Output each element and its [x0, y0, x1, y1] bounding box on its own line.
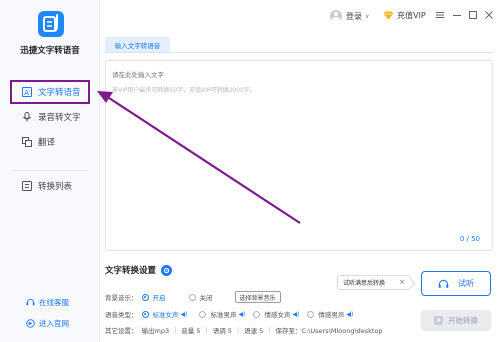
sidebar-item-text-to-speech[interactable]: A 文字转语音	[0, 81, 100, 103]
separator: |	[268, 326, 271, 334]
bgm-on-radio[interactable]	[141, 293, 149, 301]
sidebar-item-label: 翻译	[38, 138, 56, 148]
bgm-label: 背景音乐：	[105, 294, 138, 302]
website-icon	[26, 319, 35, 328]
text-input-area[interactable]: 请在此处输入文字 非VIP用户最多可转换50字，充值VIP可转换2000字。 0…	[105, 60, 493, 251]
editor-placeholder: 请在此处输入文字	[112, 71, 164, 79]
listen-label: 试听	[458, 279, 474, 288]
play-icon	[434, 316, 443, 325]
vip-recharge-button[interactable]: 充值VIP	[383, 10, 426, 21]
format-setting[interactable]: 输出mp3	[142, 325, 170, 335]
minimize-icon[interactable]	[451, 9, 463, 21]
voice-option-label: 情感女声	[264, 311, 291, 319]
close-icon[interactable]	[483, 9, 495, 21]
separator: |	[205, 326, 208, 334]
settings-title-text: 文字转换设置	[105, 266, 157, 276]
speaker-icon[interactable]: ◀)	[292, 311, 299, 318]
customer-service-icon	[26, 298, 35, 307]
char-counter: 0 / 50	[459, 235, 480, 243]
bgm-row: 背景音乐： 开启 关闭 选择背景音乐	[105, 291, 281, 303]
sidebar-item-label: 文字转语音	[38, 88, 81, 98]
other-settings-row: 其它设置： 输出mp3 | 音量 5 | 语调 5 | 语速 5 | 保存至：C…	[105, 325, 383, 335]
sidebar-divider	[12, 170, 88, 171]
separator: |	[174, 326, 177, 334]
sidebar-item-label: 录音转文字	[38, 113, 81, 123]
voice-option-label: 情感男声	[318, 311, 345, 319]
start-convert-button[interactable]: 开始转换	[421, 310, 491, 331]
sidebar-item-recording-to-text[interactable]: 录音转文字	[0, 106, 100, 128]
voice-label: 语音类型：	[105, 311, 138, 319]
tooltip-text: 试听满意后转换	[343, 280, 386, 287]
headphones-icon	[438, 279, 449, 288]
separator: |	[236, 326, 240, 334]
website-link[interactable]: 进入官网	[26, 318, 69, 329]
speaker-icon[interactable]: ◀)	[238, 311, 245, 318]
choose-bgm-button[interactable]: 选择背景音乐	[234, 291, 281, 303]
login-label: 登录	[346, 11, 362, 21]
convert-label: 开始转换	[448, 316, 478, 325]
volume-setting[interactable]: 音量 5	[181, 325, 200, 335]
tab-text-to-speech[interactable]: 输入文字转语音	[105, 37, 170, 52]
sidebar-item-translate[interactable]: 翻译	[0, 131, 100, 153]
customer-service-label: 在线客服	[39, 298, 69, 307]
bgm-on-label: 开启	[152, 294, 166, 302]
website-label: 进入官网	[39, 319, 69, 328]
list-icon	[22, 181, 32, 191]
listen-button[interactable]: 试听	[421, 271, 491, 296]
close-icon[interactable]: ×	[399, 278, 405, 286]
text-to-speech-icon: A	[22, 87, 32, 97]
app-name: 迅捷文字转语音	[20, 46, 80, 56]
diamond-icon	[383, 11, 394, 20]
sidebar: 迅捷文字转语音 A 文字转语音 录音转文字 翻译 转换列表 在线客服 进入官网	[0, 0, 100, 342]
speed-setting[interactable]: 语速 5	[244, 325, 263, 335]
save-path-setting[interactable]: 保存至：C:\Users\Mloong\desktop	[276, 325, 383, 335]
voice-female-emotion-radio[interactable]	[253, 310, 261, 318]
translate-icon	[22, 137, 32, 147]
customer-service-link[interactable]: 在线客服	[26, 297, 69, 308]
voice-option-label: 标准女声	[152, 311, 179, 319]
editor-hint: 非VIP用户最多可转换50字，充值VIP可转换2000字。	[112, 87, 256, 94]
gear-icon[interactable]	[161, 264, 173, 276]
sidebar-item-conversion-list[interactable]: 转换列表	[0, 175, 100, 197]
voice-male-emotion-radio[interactable]	[307, 310, 315, 318]
vip-label: 充值VIP	[397, 11, 426, 20]
speaker-icon[interactable]: ◀)	[181, 311, 188, 318]
settings-title: 文字转换设置	[105, 264, 173, 276]
bgm-off-radio[interactable]	[188, 293, 196, 301]
voice-male-standard-radio[interactable]	[199, 310, 207, 318]
maximize-icon[interactable]	[467, 9, 479, 21]
pitch-setting[interactable]: 语调 5	[213, 325, 232, 335]
voice-option-label: 标准男声	[210, 311, 237, 319]
login-button[interactable]: 登录 ∨	[330, 10, 369, 22]
speaker-icon[interactable]: ◀)	[346, 311, 353, 318]
microphone-icon	[22, 112, 32, 122]
other-label: 其它设置：	[105, 327, 138, 335]
app-logo	[38, 11, 64, 37]
voice-type-row: 语音类型： 标准女声 ◀) 标准男声 ◀) 情感女声 ◀) 情感男声 ◀)	[105, 309, 361, 319]
menu-icon[interactable]	[434, 9, 446, 21]
chevron-down-icon: ∨	[365, 12, 370, 20]
voice-female-standard-radio[interactable]	[141, 310, 149, 318]
bgm-off-label: 关闭	[199, 294, 213, 302]
sidebar-item-label: 转换列表	[38, 182, 73, 192]
avatar	[330, 10, 342, 22]
svg-text:A: A	[24, 89, 29, 97]
listen-tooltip: 试听满意后转换 ×	[337, 275, 411, 290]
tab-underline	[105, 52, 493, 53]
